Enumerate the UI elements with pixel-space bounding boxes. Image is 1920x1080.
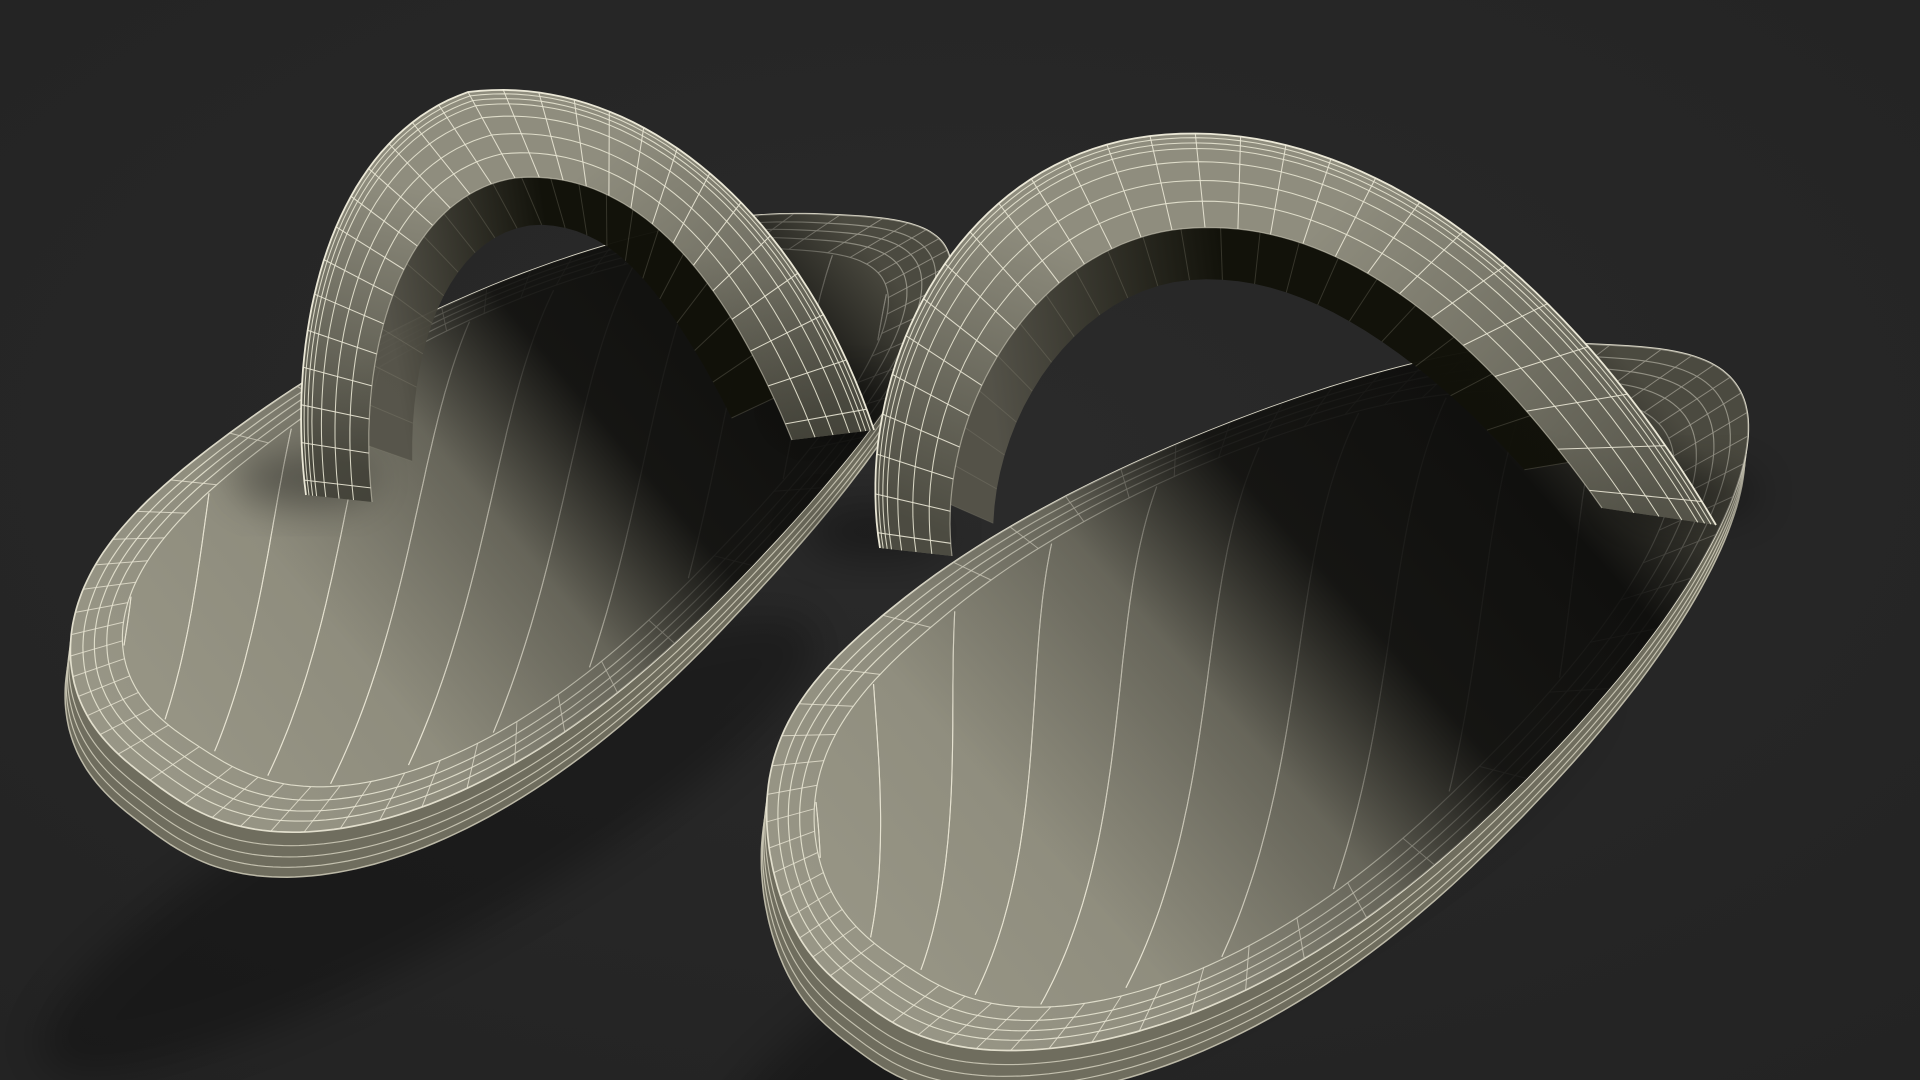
render-viewport: 3D wireframe render of a pair of slide s…	[0, 0, 1920, 1080]
wireframe-render-canvas	[0, 0, 1920, 1080]
